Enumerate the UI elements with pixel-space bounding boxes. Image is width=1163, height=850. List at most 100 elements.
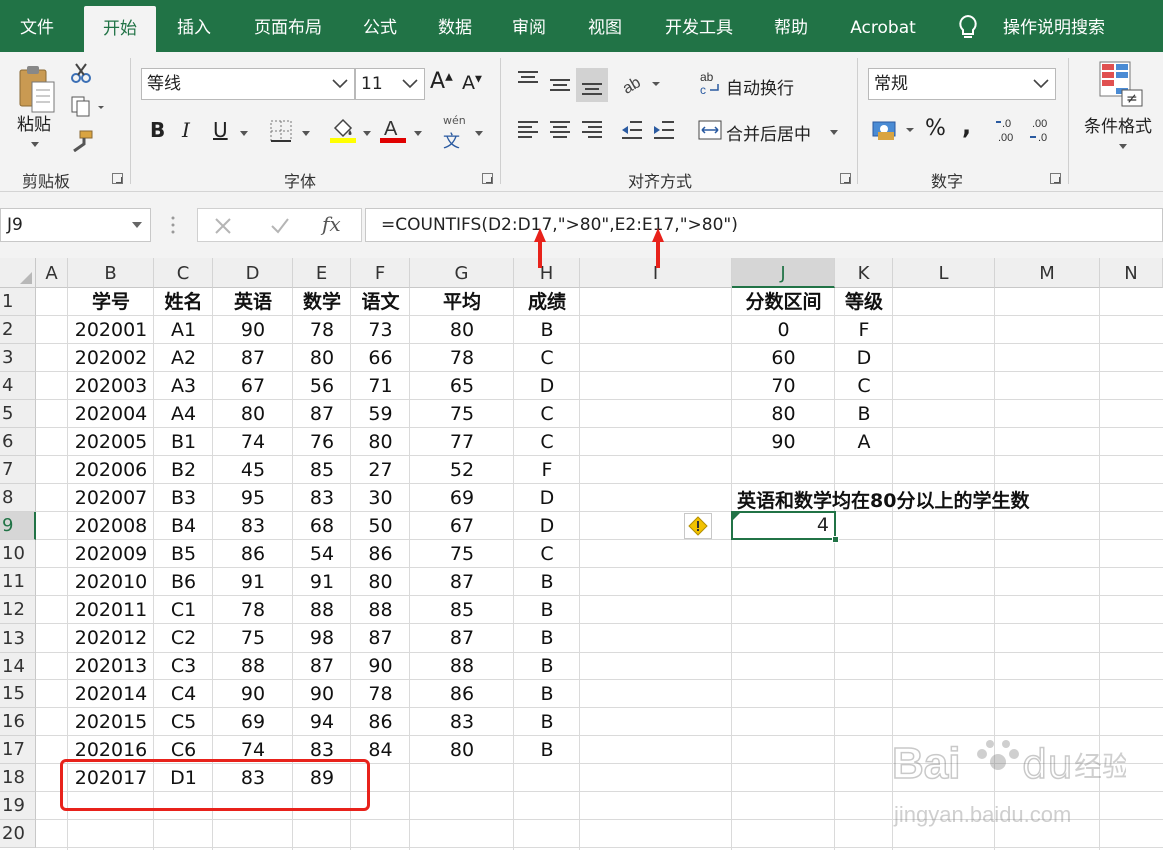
- table-cell[interactable]: 75: [213, 624, 293, 653]
- conditional-format-button[interactable]: 条件格式: [1084, 112, 1152, 137]
- alignment-launcher-icon[interactable]: [840, 173, 851, 184]
- column-header-d[interactable]: D: [213, 258, 293, 288]
- table-cell[interactable]: F: [514, 456, 580, 484]
- table-cell[interactable]: 88: [213, 653, 293, 680]
- table-cell[interactable]: 202009: [68, 540, 154, 568]
- cancel-entry-icon[interactable]: [214, 217, 232, 239]
- table-cell[interactable]: D: [514, 484, 580, 512]
- clipboard-launcher-icon[interactable]: [112, 173, 123, 184]
- table-cell[interactable]: 80: [293, 344, 351, 372]
- row-header-11[interactable]: 11: [0, 568, 36, 596]
- confirm-entry-icon[interactable]: [270, 217, 290, 239]
- table-cell[interactable]: 80: [213, 400, 293, 428]
- question-cell[interactable]: 英语和数学均在80分以上的学生数: [737, 486, 1029, 513]
- tab-help[interactable]: 帮助: [760, 0, 822, 52]
- fill-color-icon[interactable]: [330, 116, 356, 148]
- table-cell[interactable]: C2: [154, 624, 213, 653]
- tab-insert[interactable]: 插入: [162, 0, 226, 52]
- table-cell[interactable]: 77: [410, 428, 514, 456]
- table-cell[interactable]: 91: [213, 568, 293, 596]
- borders-icon[interactable]: [270, 120, 292, 146]
- table-cell[interactable]: C: [514, 344, 580, 372]
- comma-style-button[interactable]: ,: [962, 112, 971, 140]
- increase-font-size-icon[interactable]: A▲: [430, 69, 453, 94]
- table-cell[interactable]: 87: [410, 624, 514, 653]
- tell-me-search[interactable]: 操作说明搜索: [994, 0, 1114, 52]
- tab-view[interactable]: 视图: [574, 0, 636, 52]
- row-header-8[interactable]: 8: [0, 484, 36, 512]
- table-cell[interactable]: B4: [154, 512, 213, 540]
- table-cell[interactable]: B: [514, 736, 580, 764]
- table-cell[interactable]: D: [514, 372, 580, 400]
- row-header-13[interactable]: 13: [0, 624, 36, 653]
- grade-cell[interactable]: B: [835, 400, 893, 428]
- table-cell[interactable]: 75: [410, 540, 514, 568]
- table-cell[interactable]: 78: [410, 344, 514, 372]
- table-cell[interactable]: 54: [293, 540, 351, 568]
- grade-cell[interactable]: 90: [732, 428, 835, 456]
- table-header-cell[interactable]: 英语: [213, 288, 293, 316]
- paste-dropdown-icon[interactable]: [31, 142, 39, 147]
- table-cell[interactable]: 71: [351, 372, 410, 400]
- column-header-b[interactable]: B: [68, 258, 154, 288]
- table-cell[interactable]: 86: [351, 708, 410, 736]
- formula-input[interactable]: =COUNTIFS(D2:D17,">80",E2:E17,">80"): [365, 208, 1163, 242]
- table-cell[interactable]: 80: [410, 736, 514, 764]
- phonetic-guide-icon[interactable]: wén 文: [443, 114, 466, 152]
- table-cell[interactable]: 66: [351, 344, 410, 372]
- underline-dropdown-icon[interactable]: [240, 131, 248, 136]
- row-header-14[interactable]: 14: [0, 653, 36, 680]
- table-cell[interactable]: 94: [293, 708, 351, 736]
- table-cell[interactable]: 87: [410, 568, 514, 596]
- grade-header-cell[interactable]: 分数区间: [732, 288, 835, 316]
- font-color-icon[interactable]: A: [380, 116, 406, 148]
- table-header-cell[interactable]: 成绩: [514, 288, 580, 316]
- fill-handle[interactable]: [832, 536, 839, 543]
- underline-button[interactable]: U: [213, 118, 228, 142]
- table-cell[interactable]: B: [514, 568, 580, 596]
- format-painter-icon[interactable]: [70, 130, 94, 156]
- row-header-6[interactable]: 6: [0, 428, 36, 456]
- font-launcher-icon[interactable]: [482, 173, 493, 184]
- row-header-2[interactable]: 2: [0, 316, 36, 344]
- row-header-1[interactable]: 1: [0, 288, 36, 316]
- grade-cell[interactable]: 60: [732, 344, 835, 372]
- align-bottom-icon[interactable]: [576, 68, 608, 102]
- row-header-20[interactable]: 20: [0, 820, 36, 848]
- table-cell[interactable]: 95: [213, 484, 293, 512]
- table-header-cell[interactable]: 平均: [410, 288, 514, 316]
- column-header-n[interactable]: N: [1100, 258, 1163, 288]
- column-header-a[interactable]: A: [36, 258, 68, 288]
- insert-function-icon[interactable]: fx: [322, 212, 341, 236]
- table-cell[interactable]: 90: [293, 680, 351, 708]
- row-header-18[interactable]: 18: [0, 764, 36, 792]
- row-header-19[interactable]: 19: [0, 792, 36, 820]
- column-header-e[interactable]: E: [293, 258, 351, 288]
- row-header-3[interactable]: 3: [0, 344, 36, 372]
- lightbulb-icon[interactable]: [956, 0, 980, 52]
- fill-color-dropdown-icon[interactable]: [363, 131, 371, 136]
- grade-cell[interactable]: A: [835, 428, 893, 456]
- table-cell[interactable]: 86: [410, 680, 514, 708]
- table-cell[interactable]: 83: [213, 512, 293, 540]
- table-cell[interactable]: 78: [213, 596, 293, 624]
- table-cell[interactable]: 87: [293, 653, 351, 680]
- table-cell[interactable]: 85: [293, 456, 351, 484]
- table-cell[interactable]: 88: [410, 653, 514, 680]
- table-cell[interactable]: B6: [154, 568, 213, 596]
- table-cell[interactable]: 56: [293, 372, 351, 400]
- table-cell[interactable]: 80: [351, 428, 410, 456]
- decrease-decimal-icon[interactable]: .00.0: [1030, 116, 1056, 148]
- grade-cell[interactable]: 70: [732, 372, 835, 400]
- table-cell[interactable]: 83: [410, 708, 514, 736]
- table-cell[interactable]: B3: [154, 484, 213, 512]
- table-cell[interactable]: 202004: [68, 400, 154, 428]
- decrease-font-size-icon[interactable]: A▼: [462, 72, 482, 94]
- name-box[interactable]: J9: [0, 208, 151, 242]
- table-header-cell[interactable]: 学号: [68, 288, 154, 316]
- grade-cell[interactable]: F: [835, 316, 893, 344]
- table-cell[interactable]: B: [514, 708, 580, 736]
- table-cell[interactable]: 88: [351, 596, 410, 624]
- number-format-select[interactable]: 常规: [868, 68, 1056, 100]
- table-cell[interactable]: A3: [154, 372, 213, 400]
